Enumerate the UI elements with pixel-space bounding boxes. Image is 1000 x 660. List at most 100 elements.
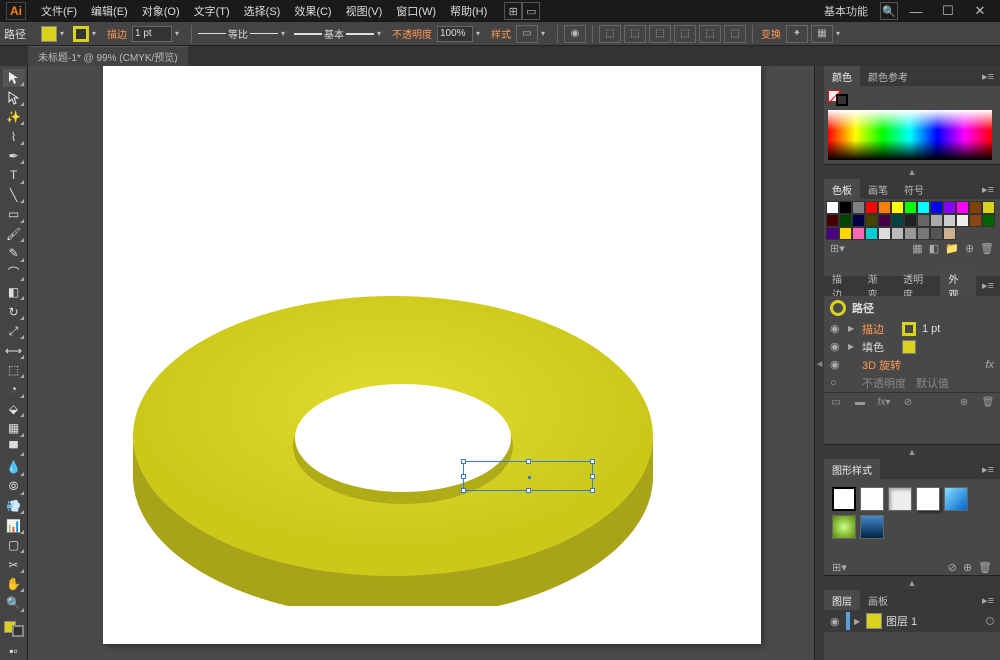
arrange-icon[interactable]: ▭ xyxy=(522,2,540,20)
gs-swatch[interactable] xyxy=(888,487,912,511)
swatch[interactable] xyxy=(917,201,930,214)
visibility-icon[interactable]: ◉ xyxy=(830,340,842,353)
align-3-icon[interactable]: ⬚ xyxy=(649,25,671,43)
align-4-icon[interactable]: ⬚ xyxy=(674,25,696,43)
swatch[interactable] xyxy=(930,227,943,240)
stroke-dropdown[interactable]: ▾ xyxy=(92,29,102,38)
minimize-icon[interactable]: — xyxy=(902,2,930,20)
width-tool[interactable]: ⟷ xyxy=(3,341,25,359)
mesh-tool[interactable]: ▦ xyxy=(3,419,25,437)
opacity-dropdown[interactable]: ▾ xyxy=(476,29,486,38)
canvas[interactable] xyxy=(28,66,814,660)
menu-window[interactable]: 窗口(W) xyxy=(389,3,443,19)
menu-effect[interactable]: 效果(C) xyxy=(287,3,338,19)
align-5-icon[interactable]: ⬚ xyxy=(699,25,721,43)
selection-tool[interactable] xyxy=(3,69,25,87)
appearance-panel-menu[interactable]: ▸≡ xyxy=(976,279,1000,292)
appearance-row-opacity[interactable]: ○ ▶ 不透明度 默认值 xyxy=(824,374,1000,392)
perspective-tool[interactable]: ⬙ xyxy=(3,400,25,418)
swatch-panel-menu[interactable]: ▸≡ xyxy=(976,183,1000,196)
stroke-weight-input[interactable] xyxy=(132,26,172,42)
bridge-icon[interactable]: ⊞ xyxy=(504,2,522,20)
tab-brushes[interactable]: 画笔 xyxy=(860,179,896,200)
swatch[interactable] xyxy=(917,214,930,227)
swatch[interactable] xyxy=(852,227,865,240)
swatch[interactable] xyxy=(891,227,904,240)
add-effect-icon[interactable]: fx▾ xyxy=(874,395,894,411)
swatch[interactable] xyxy=(839,214,852,227)
stroke-swatch[interactable] xyxy=(73,26,89,42)
swatch-new-icon[interactable]: ⊕ xyxy=(965,242,974,255)
selection-bbox[interactable] xyxy=(463,461,593,491)
dash-dropdown[interactable]: ▾ xyxy=(281,29,291,38)
delete-appearance-icon[interactable]: 🗑 xyxy=(978,395,998,411)
fill-swatch[interactable] xyxy=(41,26,57,42)
stroke-label[interactable]: 描边 xyxy=(105,26,129,41)
opacity-label[interactable]: 不透明度 xyxy=(390,26,434,41)
recolor-icon[interactable]: ◉ xyxy=(564,25,586,43)
slice-tool[interactable]: ✂ xyxy=(3,555,25,573)
lasso-tool[interactable]: ⌇ xyxy=(3,127,25,145)
menu-file[interactable]: 文件(F) xyxy=(34,3,84,19)
menu-select[interactable]: 选择(S) xyxy=(237,3,288,19)
align-2-icon[interactable]: ⬚ xyxy=(624,25,646,43)
visibility-icon[interactable]: ◉ xyxy=(830,358,842,371)
paintbrush-tool[interactable]: 🖌 xyxy=(3,225,25,243)
pencil-tool[interactable]: ✎ xyxy=(3,244,25,262)
align-6-icon[interactable]: ⬚ xyxy=(724,25,746,43)
direct-selection-tool[interactable] xyxy=(3,88,25,106)
swatch-group-icon[interactable]: 📁 xyxy=(945,242,959,255)
layer-name[interactable]: 图层 1 xyxy=(886,613,917,629)
swatch[interactable] xyxy=(826,214,839,227)
ring-shape[interactable] xyxy=(103,166,683,606)
tab-symbols[interactable]: 符号 xyxy=(896,179,932,200)
dash-profile[interactable]: 等比 xyxy=(198,26,278,41)
expand-icon[interactable]: ▶ xyxy=(848,324,856,333)
gs-panel-menu[interactable]: ▸≡ xyxy=(976,463,1000,476)
gs-delete-icon[interactable]: 🗑 xyxy=(978,561,992,574)
appearance-collapse[interactable]: ▲ xyxy=(824,444,1000,459)
gs-new-icon[interactable]: ⊕ xyxy=(963,561,972,574)
tab-color[interactable]: 颜色 xyxy=(824,66,860,87)
document-tab[interactable]: 未标题-1* @ 99% (CMYK/预览) xyxy=(28,46,188,66)
maximize-icon[interactable]: ☐ xyxy=(934,2,962,20)
type-tool[interactable]: T xyxy=(3,166,25,184)
fill-stroke-toggle[interactable] xyxy=(3,618,25,640)
menu-object[interactable]: 对象(O) xyxy=(135,3,187,19)
expand-icon[interactable]: ▶ xyxy=(848,342,856,351)
scale-tool[interactable]: ⤢ xyxy=(3,322,25,340)
swatch[interactable] xyxy=(878,227,891,240)
swatch[interactable] xyxy=(839,201,852,214)
stroke-row-swatch[interactable] xyxy=(902,322,916,336)
brush-dropdown[interactable]: ▾ xyxy=(377,29,387,38)
free-transform-tool[interactable]: ⬚ xyxy=(3,361,25,379)
swatch[interactable] xyxy=(956,201,969,214)
add-fill-icon[interactable]: ▬ xyxy=(850,395,870,411)
gs-swatch[interactable] xyxy=(916,487,940,511)
swatch[interactable] xyxy=(982,214,995,227)
rectangle-tool[interactable]: ▭ xyxy=(3,205,25,223)
swatch-lib-icon[interactable]: ⊞▾ xyxy=(830,242,845,255)
rotate-tool[interactable]: ↻ xyxy=(3,302,25,320)
swatch[interactable] xyxy=(969,201,982,214)
layers-panel-menu[interactable]: ▸≡ xyxy=(976,594,1000,607)
pen-tool[interactable]: ✒ xyxy=(3,147,25,165)
swatch[interactable] xyxy=(930,201,943,214)
color-mode-icons[interactable]: ▪▫ xyxy=(3,642,25,660)
blob-brush-tool[interactable]: ⌒ xyxy=(3,264,25,282)
menu-view[interactable]: 视图(V) xyxy=(339,3,390,19)
layer-expand-icon[interactable]: ▶ xyxy=(854,617,862,626)
swatch[interactable] xyxy=(852,201,865,214)
style-label[interactable]: 样式 xyxy=(489,26,513,41)
swatch[interactable] xyxy=(917,227,930,240)
graph-tool[interactable]: 📊 xyxy=(3,516,25,534)
swatch[interactable] xyxy=(943,214,956,227)
gs-swatch[interactable] xyxy=(832,487,856,511)
hand-tool[interactable]: ✋ xyxy=(3,575,25,593)
transform-label[interactable]: 变换 xyxy=(759,26,783,41)
swatch[interactable] xyxy=(878,201,891,214)
gradient-tool[interactable]: ▀ xyxy=(3,439,25,457)
tab-swatches[interactable]: 色板 xyxy=(824,179,860,200)
swatch[interactable] xyxy=(852,214,865,227)
swatch[interactable] xyxy=(839,227,852,240)
